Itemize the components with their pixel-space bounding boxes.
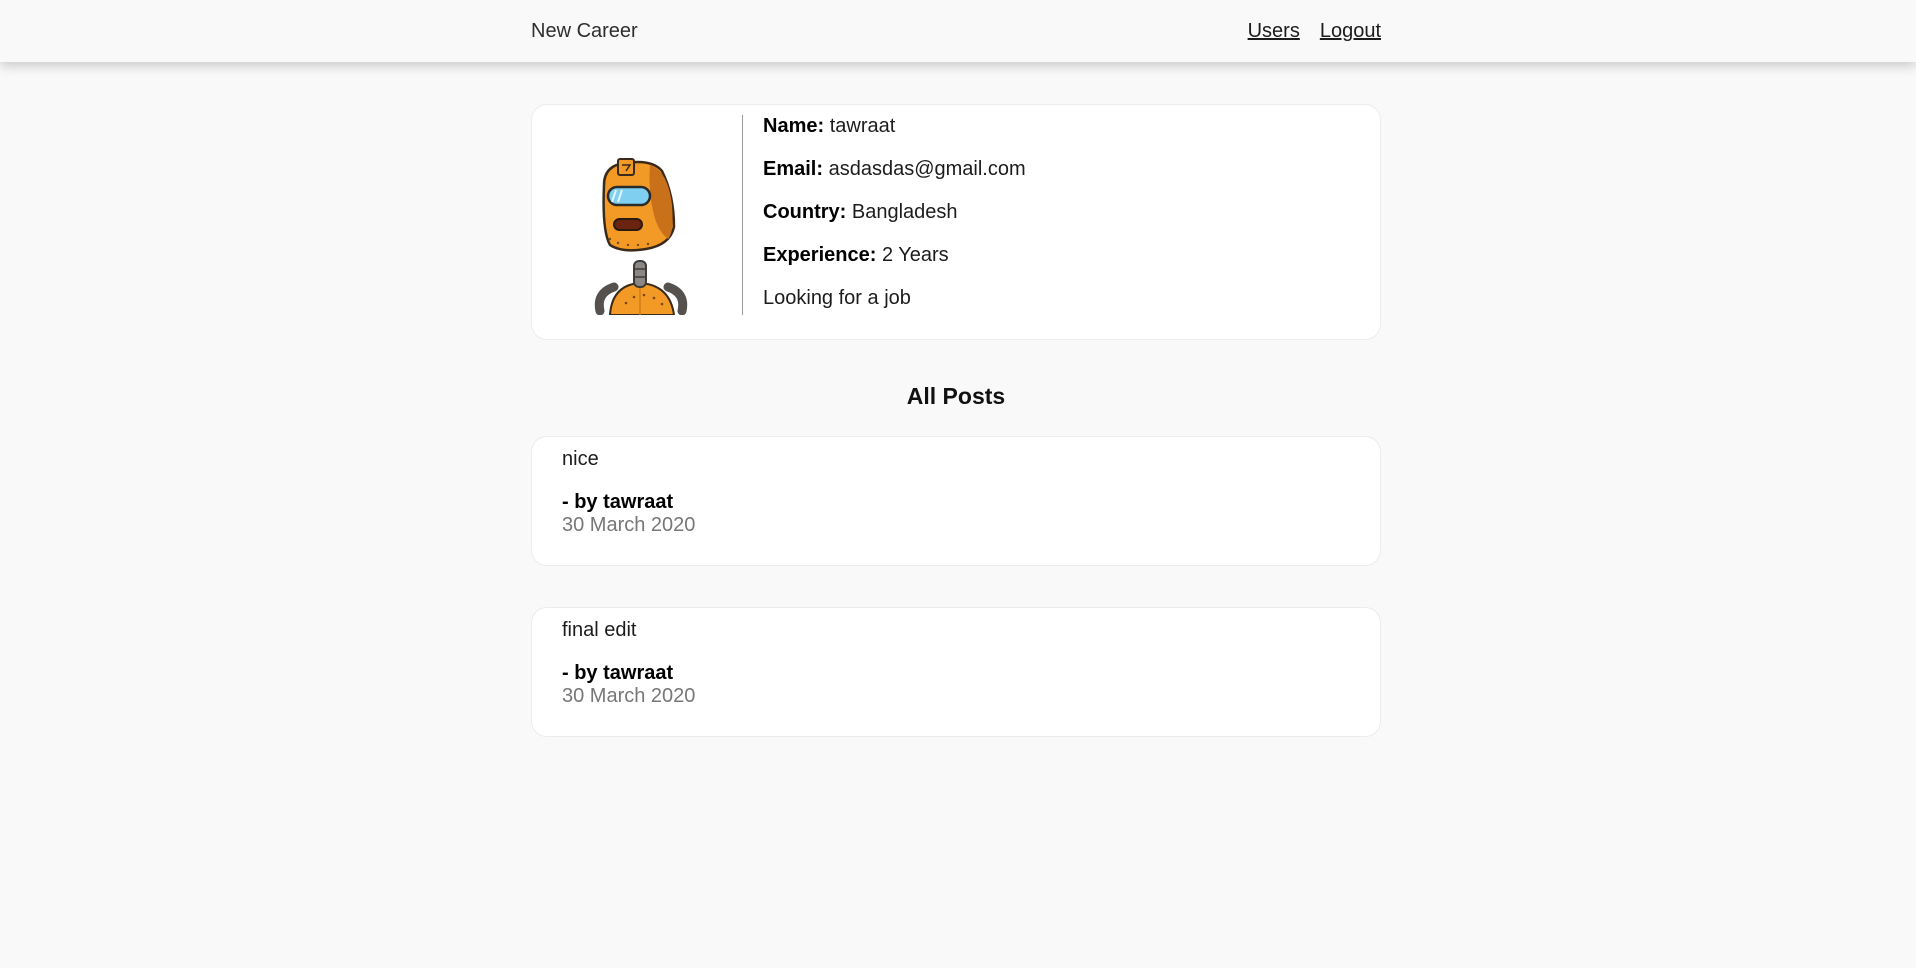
profile-country-row: Country: Bangladesh (763, 201, 1026, 244)
profile-divider (742, 115, 743, 315)
brand-link[interactable]: New Career (531, 20, 638, 43)
logout-link[interactable]: Logout (1320, 20, 1381, 43)
name-value: tawraat (829, 115, 896, 137)
users-link[interactable]: Users (1248, 20, 1300, 43)
profile-name-row: Name: tawraat (763, 115, 1026, 158)
profile-email-row: Email: asdasdas@gmail.com (763, 158, 1026, 201)
top-navbar: New Career Users Logout (0, 0, 1916, 62)
post-card: final edit - by tawraat 30 March 2020 (531, 607, 1381, 737)
post-date: 30 March 2020 (562, 514, 696, 536)
profile-experience-row: Experience: 2 Years (763, 244, 1026, 287)
profile-info: Name: tawraat Email: asdasdas@gmail.com … (763, 115, 1026, 330)
email-label: Email: (763, 158, 824, 180)
post-body: nice (562, 448, 599, 470)
main-container: Name: tawraat Email: asdasdas@gmail.com … (531, 104, 1381, 778)
post-author: - by tawraat (562, 662, 674, 684)
post-date: 30 March 2020 (562, 685, 696, 707)
experience-value: 2 Years (881, 244, 949, 266)
experience-label: Experience: (763, 244, 877, 266)
profile-card: Name: tawraat Email: asdasdas@gmail.com … (531, 104, 1381, 340)
profile-status: Looking for a job (763, 287, 911, 309)
posts-list: nice - by tawraat 30 March 2020 final ed… (531, 436, 1381, 737)
name-label: Name: (763, 115, 825, 137)
country-label: Country: (763, 201, 847, 223)
post-author: - by tawraat (562, 491, 674, 513)
email-value: asdasdas@gmail.com (828, 158, 1026, 180)
nav-links: Users Logout (1248, 20, 1381, 43)
robot-avatar-icon (582, 135, 702, 315)
post-body: final edit (562, 619, 637, 641)
country-value: Bangladesh (851, 201, 958, 223)
all-posts-heading: All Posts (906, 383, 1006, 409)
post-card: nice - by tawraat 30 March 2020 (531, 436, 1381, 566)
